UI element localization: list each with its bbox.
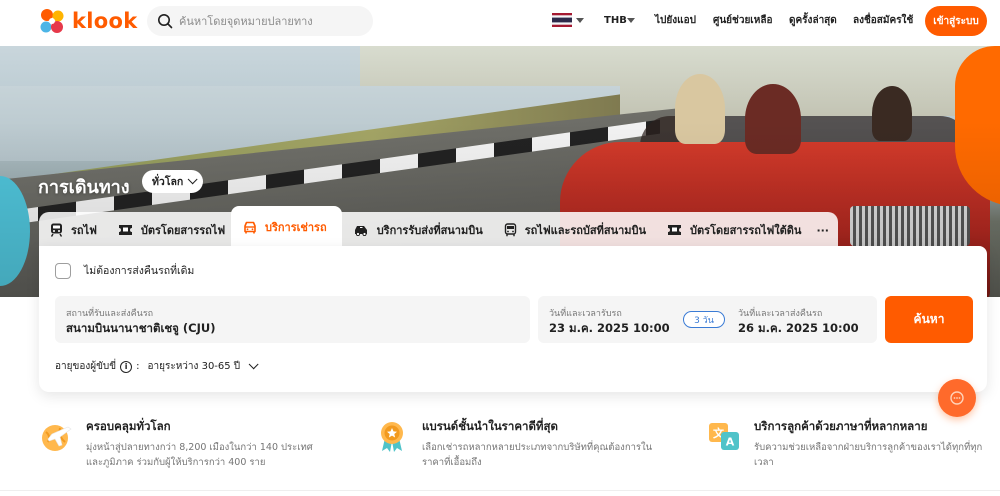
chat-icon bbox=[950, 391, 964, 405]
medal-icon bbox=[381, 422, 403, 452]
driver-age-colon: : bbox=[136, 361, 140, 372]
metro-pass-icon bbox=[667, 224, 682, 236]
feature-description: มุ่งหน้าสู่ปลายทางกว่า 8,200 เมืองในกว่า… bbox=[86, 440, 313, 470]
feature-multilingual-support: 文 A บริการลูกค้าด้วยภาษาที่หลากหลาย รับค… bbox=[706, 418, 982, 470]
driver-age-value: อายุระหว่าง 30-65 ปี bbox=[147, 361, 241, 372]
feature-description: เลือกเช่ารถหลากหลายประเภทจากบริษัทที่คุณ… bbox=[422, 440, 652, 470]
different-return-checkbox[interactable] bbox=[55, 262, 71, 279]
dropoff-datetime-label: วันที่และเวลาส่งคืนรถ bbox=[738, 309, 823, 319]
tab-rail-pass-label: บัตรโดยสารรถไฟ bbox=[140, 224, 226, 237]
region-label: ทั่วโลก bbox=[152, 176, 184, 188]
feature-description: รับความช่วยเหลือจากฝ่ายบริการลูกค้าของเร… bbox=[754, 440, 982, 470]
driver-age-label: อายุของผู้ขับขี่ bbox=[55, 361, 117, 372]
tab-car-rental[interactable]: บริการเช่ารถ bbox=[231, 206, 342, 248]
chat-support-button[interactable] bbox=[938, 379, 976, 417]
search-input[interactable] bbox=[179, 14, 359, 28]
currency-dropdown-icon[interactable] bbox=[627, 18, 635, 23]
more-tabs-button[interactable]: ··· bbox=[810, 212, 838, 248]
feature-description-line: เวลา bbox=[754, 457, 774, 468]
tab-rail-pass[interactable]: บัตรโดยสารรถไฟ bbox=[106, 212, 234, 248]
dropoff-datetime-value[interactable]: 26 ม.ค. 2025 10:00 bbox=[738, 320, 859, 338]
pickup-location-field[interactable]: สถานที่รับและส่งคืนรถ สนามบินนานาชาติเชจ… bbox=[55, 296, 530, 343]
feature-best-price-brands: แบรนด์ชั้นนำในราคาดีที่สุด เลือกเช่ารถหล… bbox=[374, 418, 652, 470]
feature-title: ครอบคลุมทั่วโลก bbox=[86, 419, 171, 433]
nav-open-app[interactable]: ไปยังแอป bbox=[655, 0, 696, 40]
search-bar[interactable] bbox=[147, 6, 373, 36]
chevron-down-icon bbox=[248, 359, 259, 370]
globe-plane-icon bbox=[42, 425, 72, 451]
airport-bus-icon bbox=[504, 223, 517, 237]
driver-age-selector[interactable]: อายุของผู้ขับขี่ i : อายุระหว่าง 30-65 ป… bbox=[55, 359, 259, 374]
thailand-flag-icon[interactable] bbox=[552, 13, 572, 27]
login-button[interactable]: เข้าสู่ระบบ bbox=[925, 6, 987, 36]
pickup-datetime-value[interactable]: 23 ม.ค. 2025 10:00 bbox=[549, 320, 670, 338]
chevron-down-icon bbox=[187, 174, 198, 185]
search-button[interactable]: ค้นหา bbox=[885, 296, 973, 343]
car-rental-icon bbox=[243, 221, 257, 234]
feature-description-line: เลือกเช่ารถหลากหลายประเภทจากบริษัทที่คุณ… bbox=[422, 442, 653, 453]
top-header: klook THB ไปยังแอป ศูนย์ช่วยเหลือ ดูครั้… bbox=[0, 0, 1000, 46]
nav-help-center[interactable]: ศูนย์ช่วยเหลือ bbox=[713, 0, 772, 40]
tab-airport-transfer[interactable]: บริการรับส่งที่สนามบิน bbox=[349, 212, 492, 248]
klook-logo[interactable]: klook bbox=[38, 6, 137, 36]
tab-airport-bus-label: รถไฟและรถบัสที่สนามบิน bbox=[524, 224, 647, 237]
nav-help-center-label: ศูนย์ช่วยเหลือ bbox=[713, 14, 773, 26]
feature-title: บริการลูกค้าด้วยภาษาที่หลากหลาย bbox=[754, 419, 928, 433]
airport-transfer-icon bbox=[353, 224, 369, 236]
different-return-option[interactable]: ไม่ต้องการส่งคืนรถที่เดิม bbox=[55, 262, 194, 279]
tab-airport-bus[interactable]: รถไฟและรถบัสที่สนามบิน bbox=[492, 212, 655, 248]
language-dropdown-icon[interactable] bbox=[576, 18, 584, 23]
nav-sign-up-label: ลงชื่อสมัครใช้ bbox=[853, 14, 914, 26]
brand-name: klook bbox=[72, 9, 138, 33]
nav-recently-viewed-label: ดูครั้งล่าสุด bbox=[789, 14, 837, 26]
rail-pass-icon bbox=[118, 224, 133, 236]
train-icon bbox=[50, 223, 63, 237]
info-icon[interactable]: i bbox=[120, 360, 133, 373]
car-rental-search-form: ไม่ต้องการส่งคืนรถที่เดิม สถานที่รับและส… bbox=[39, 246, 987, 392]
tab-car-rental-label: บริการเช่ารถ bbox=[265, 221, 327, 234]
translate-icon: 文 A bbox=[709, 423, 739, 450]
feature-description-line: มุ่งหน้าสู่ปลายทางกว่า 8,200 เมืองในกว่า… bbox=[86, 442, 313, 453]
nav-sign-up[interactable]: ลงชื่อสมัครใช้ bbox=[853, 0, 913, 40]
currency-label: THB bbox=[604, 14, 627, 26]
feature-global-coverage: ครอบคลุมทั่วโลก มุ่งหน้าสู่ปลายทางกว่า 8… bbox=[38, 418, 313, 470]
tab-train[interactable]: รถไฟ bbox=[39, 212, 106, 248]
tab-metro-pass[interactable]: บัตรโดยสารรถไฟใต้ดิน bbox=[655, 212, 810, 248]
currency-selector[interactable]: THB bbox=[604, 0, 627, 40]
search-icon bbox=[158, 14, 173, 29]
region-selector[interactable]: ทั่วโลก bbox=[142, 170, 204, 193]
different-return-label: ไม่ต้องการส่งคืนรถที่เดิม bbox=[84, 265, 195, 277]
feature-title: แบรนด์ชั้นนำในราคาดีที่สุด bbox=[422, 419, 559, 433]
pickup-location-value: สนามบินนานาชาติเชจู (CJU) bbox=[66, 321, 216, 335]
category-tabs: รถไฟ บัตรโดยสารรถไฟ บริการรับส่งที่สนามบ… bbox=[39, 212, 838, 248]
section-divider bbox=[0, 490, 1000, 491]
feature-description-line: ราคาที่เอื้อมถึง bbox=[422, 457, 482, 468]
more-icon: ··· bbox=[816, 223, 829, 237]
feature-description-line: รับความช่วยเหลือจากฝ่ายบริการลูกค้าของเร… bbox=[754, 442, 983, 453]
svg-text:A: A bbox=[726, 436, 735, 449]
tab-metro-pass-label: บัตรโดยสารรถไฟใต้ดิน bbox=[690, 224, 802, 237]
login-button-label: เข้าสู่ระบบ bbox=[933, 15, 979, 27]
tab-train-label: รถไฟ bbox=[71, 224, 97, 237]
nav-open-app-label: ไปยังแอป bbox=[655, 14, 696, 26]
nav-recently-viewed[interactable]: ดูครั้งล่าสุด bbox=[789, 0, 837, 40]
feature-description-line: และภูมิภาค ร่วมกับผู้ให้บริการกว่า 400 ร… bbox=[86, 457, 266, 468]
klook-logo-icon bbox=[40, 9, 64, 33]
tab-airport-transfer-label: บริการรับส่งที่สนามบิน bbox=[376, 224, 483, 237]
page-title: การเดินทาง bbox=[38, 177, 130, 198]
search-button-label: ค้นหา bbox=[913, 312, 945, 326]
pickup-datetime-label: วันที่และเวลารับรถ bbox=[549, 309, 622, 319]
rental-duration-badge: 3 วัน bbox=[683, 311, 725, 328]
pickup-location-label: สถานที่รับและส่งคืนรถ bbox=[66, 309, 154, 319]
